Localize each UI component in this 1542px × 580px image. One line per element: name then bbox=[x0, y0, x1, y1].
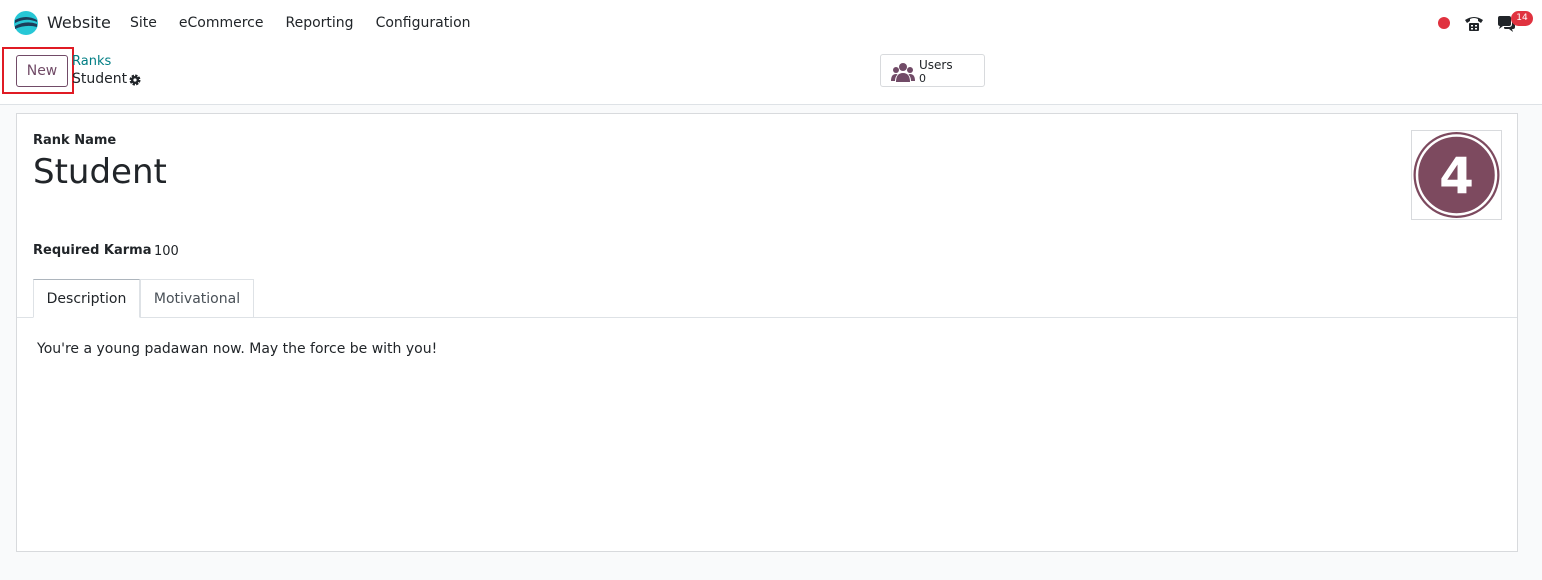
required-karma-field[interactable]: 100 bbox=[154, 244, 179, 259]
menu-reporting[interactable]: Reporting bbox=[286, 15, 354, 31]
menu-site[interactable]: Site bbox=[130, 15, 157, 31]
rank-badge-glyph: 4 bbox=[1439, 147, 1474, 205]
required-karma-label: Required Karma bbox=[33, 243, 152, 258]
control-panel: New Ranks Student Users 0 bbox=[0, 46, 1542, 105]
menu-configuration[interactable]: Configuration bbox=[376, 15, 471, 31]
breadcrumb-current: Student bbox=[72, 71, 128, 87]
chat-badge: 14 bbox=[1511, 11, 1533, 26]
rank-name-field[interactable]: Student bbox=[33, 152, 167, 192]
users-smart-button-label: Users bbox=[919, 58, 953, 72]
users-icon bbox=[891, 63, 915, 82]
users-smart-button[interactable]: Users 0 bbox=[880, 54, 985, 87]
form-sheet: Rank Name Student 4 Required Karma 100 D… bbox=[16, 113, 1518, 552]
tab-motivational[interactable]: Motivational bbox=[140, 279, 254, 318]
rank-badge-icon: 4 bbox=[1413, 132, 1500, 218]
users-smart-button-value: 0 bbox=[919, 72, 926, 85]
website-app-icon[interactable] bbox=[13, 10, 39, 36]
rank-image[interactable]: 4 bbox=[1411, 130, 1502, 220]
gear-icon[interactable] bbox=[128, 73, 142, 87]
new-button[interactable]: New bbox=[16, 55, 68, 87]
top-navbar: Website Site eCommerce Reporting Configu… bbox=[0, 0, 1542, 46]
breadcrumb-ranks[interactable]: Ranks bbox=[72, 54, 111, 69]
recording-indicator-icon[interactable] bbox=[1438, 17, 1450, 29]
main-menu: Site eCommerce Reporting Configuration bbox=[130, 15, 493, 31]
menu-ecommerce[interactable]: eCommerce bbox=[179, 15, 264, 31]
tab-description[interactable]: Description bbox=[33, 279, 140, 318]
rank-name-label: Rank Name bbox=[33, 133, 117, 148]
phone-icon[interactable] bbox=[1464, 14, 1484, 32]
description-text[interactable]: You're a young padawan now. May the forc… bbox=[37, 341, 437, 357]
app-name[interactable]: Website bbox=[47, 13, 111, 32]
